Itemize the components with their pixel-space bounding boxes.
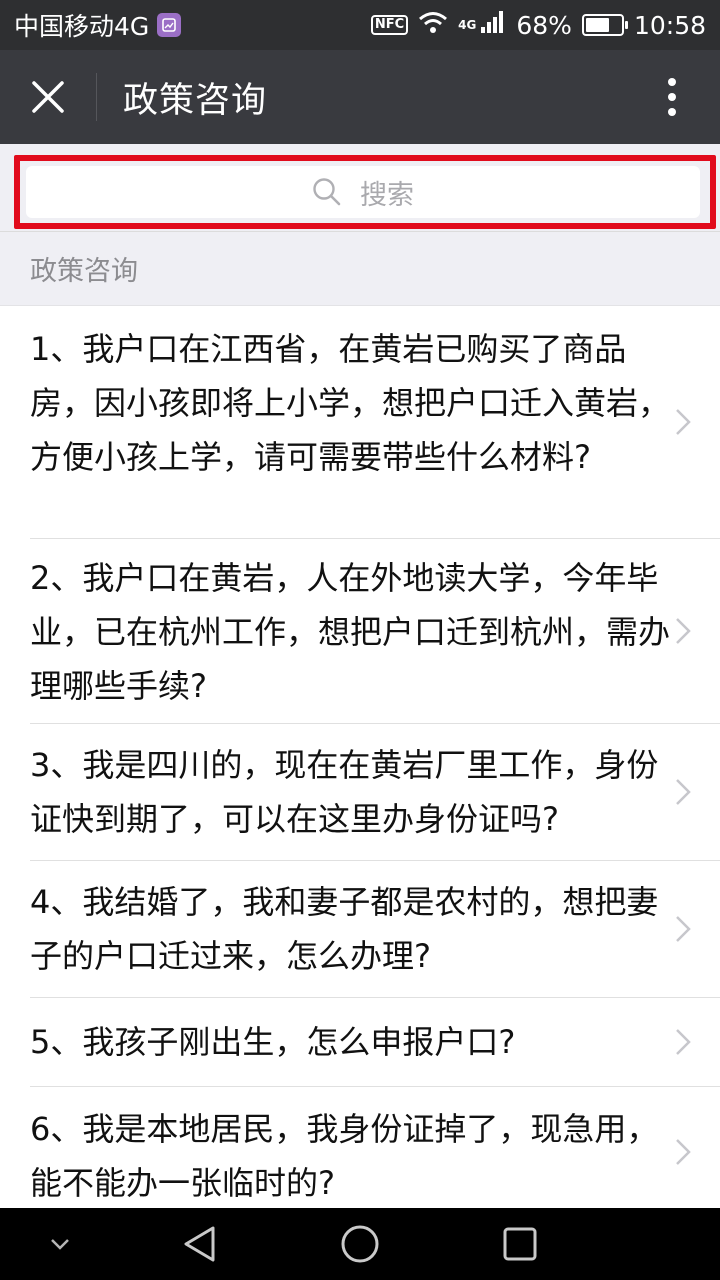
chevron-right-icon xyxy=(676,409,691,435)
clock: 10:58 xyxy=(633,10,706,40)
status-right: NFC 4G 68% 10:58 xyxy=(370,10,706,40)
question-text: 3、我是四川的，现在在黄岩厂里工作，身份证快到期了，可以在这里办身份证吗? xyxy=(30,746,659,838)
chevron-right-icon xyxy=(676,916,691,942)
home-button[interactable] xyxy=(320,1208,400,1280)
list-item[interactable]: 2、我户口在黄岩，人在外地读大学，今年毕业，已在杭州工作，想把户口迁到杭州，需办… xyxy=(0,539,720,723)
network-type-label: 4G xyxy=(458,18,477,32)
image-notification-icon xyxy=(157,13,182,37)
battery-level xyxy=(585,18,610,32)
section-header: 政策咨询 xyxy=(0,232,720,306)
search-highlight-box xyxy=(14,155,716,229)
page-title: 政策咨询 xyxy=(123,80,268,121)
title-bar: 政策咨询 xyxy=(0,50,720,144)
hide-nav-button[interactable] xyxy=(20,1208,100,1280)
chevron-right-icon xyxy=(676,1139,691,1165)
close-button[interactable] xyxy=(0,50,96,144)
list-item[interactable]: 4、我结婚了，我和妻子都是农村的，想把妻子的户口迁过来，怎么办理? xyxy=(0,861,720,997)
recents-square-icon xyxy=(503,1227,537,1261)
back-button[interactable] xyxy=(160,1208,240,1280)
wifi-icon xyxy=(418,10,448,40)
chevron-right-icon xyxy=(676,1029,691,1055)
list-item[interactable]: 3、我是四川的，现在在黄岩厂里工作，身份证快到期了，可以在这里办身份证吗? xyxy=(0,724,720,860)
signal-icon xyxy=(480,10,506,40)
title-divider xyxy=(96,73,97,121)
system-nav-bar xyxy=(0,1208,720,1280)
question-list: 1、我户口在江西省，在黄岩已购买了商品房，因小孩即将上小学，想把户口迁入黄岩，方… xyxy=(0,306,720,1217)
recents-button[interactable] xyxy=(480,1208,560,1280)
question-text: 6、我是本地居民，我身份证掉了，现急用，能不能办一张临时的? xyxy=(30,1110,659,1202)
question-text: 2、我户口在黄岩，人在外地读大学，今年毕业，已在杭州工作，想把户口迁到杭州，需办… xyxy=(30,559,671,705)
chevron-right-icon xyxy=(676,779,691,805)
carrier-label: 中国移动4G xyxy=(14,12,150,41)
chevron-right-icon xyxy=(676,618,691,644)
battery-percent: 68% xyxy=(516,10,572,40)
search-area: 搜索 xyxy=(0,144,720,232)
status-bar: 中国移动4G NFC 4G 68% 10:58 xyxy=(0,0,720,50)
more-button[interactable] xyxy=(624,50,720,144)
list-item[interactable]: 5、我孩子刚出生，怎么申报户口? xyxy=(0,998,720,1086)
chevron-down-icon xyxy=(51,1239,69,1250)
question-text: 1、我户口在江西省，在黄岩已购买了商品房，因小孩即将上小学，想把户口迁入黄岩，方… xyxy=(30,330,671,476)
list-item[interactable]: 6、我是本地居民，我身份证掉了，现急用，能不能办一张临时的? xyxy=(0,1087,720,1217)
back-triangle-icon xyxy=(184,1226,215,1262)
question-text: 5、我孩子刚出生，怎么申报户口? xyxy=(30,1023,516,1061)
nfc-icon: NFC xyxy=(370,15,409,35)
home-circle-icon xyxy=(341,1225,379,1263)
more-vertical-icon xyxy=(668,78,676,116)
list-item[interactable]: 1、我户口在江西省，在黄岩已购买了商品房，因小孩即将上小学，想把户口迁入黄岩，方… xyxy=(0,306,720,538)
close-icon xyxy=(32,81,64,113)
battery-icon xyxy=(581,14,628,36)
question-text: 4、我结婚了，我和妻子都是农村的，想把妻子的户口迁过来，怎么办理? xyxy=(30,883,659,975)
status-left: 中国移动4G xyxy=(14,7,182,43)
